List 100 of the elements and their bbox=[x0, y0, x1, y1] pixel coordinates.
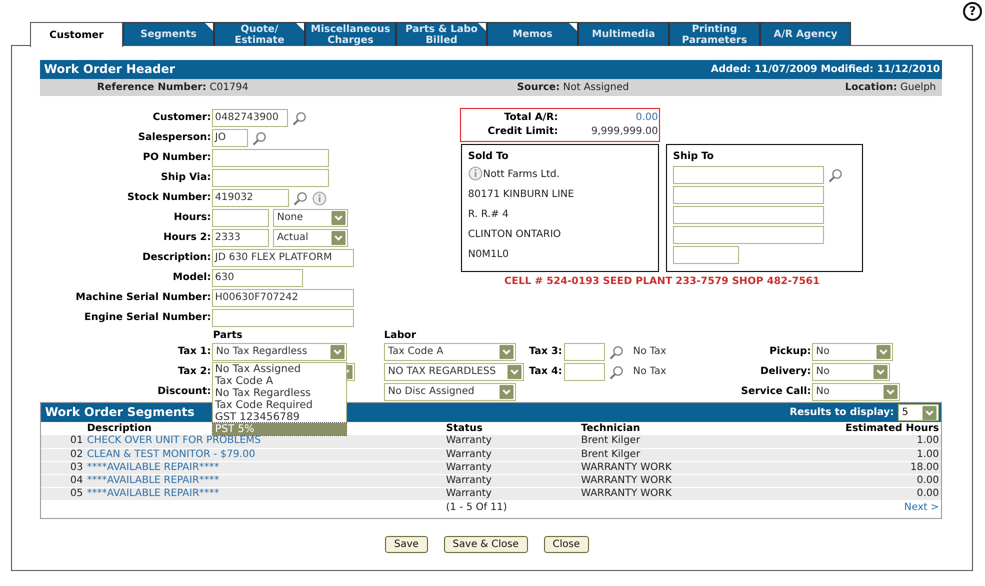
input-field[interactable] bbox=[673, 166, 824, 184]
action-button[interactable]: Close bbox=[544, 536, 589, 553]
table-cell: 0.00 bbox=[757, 474, 941, 487]
header-dates: Added: 11/07/2009 Modified: 11/12/2010 bbox=[710, 64, 940, 76]
input-field[interactable]: H00630F707242 bbox=[212, 289, 354, 307]
search-icon[interactable] bbox=[252, 130, 267, 146]
row-number: 02 bbox=[41, 448, 85, 461]
table-cell: WARRANTY WORK bbox=[579, 474, 758, 487]
input-field[interactable]: 419032 bbox=[212, 189, 289, 207]
input-field[interactable] bbox=[673, 206, 824, 224]
field-label: Tax 3: bbox=[529, 346, 564, 358]
tab[interactable]: A/R Agency bbox=[760, 22, 851, 46]
field-label: Machine Serial Number: bbox=[74, 292, 212, 304]
results-label: Results to display: bbox=[790, 406, 894, 418]
field-label: Salesperson: bbox=[137, 132, 212, 144]
input-field[interactable] bbox=[673, 226, 824, 244]
action-button[interactable]: Save & Close bbox=[444, 536, 528, 553]
dropdown-option[interactable]: No Tax Regardless bbox=[213, 387, 346, 399]
dropdown-option[interactable]: GST 123456789 bbox=[213, 411, 346, 423]
field-label: Model: bbox=[172, 272, 212, 284]
input-field[interactable]: 0482743900 bbox=[212, 109, 288, 127]
row-number: 01 bbox=[41, 435, 85, 448]
table-cell: 18.00 bbox=[757, 461, 941, 474]
address-line: CLINTON ONTARIO bbox=[468, 229, 561, 241]
input-field[interactable] bbox=[673, 186, 824, 204]
column-header: Status bbox=[446, 422, 483, 434]
field-label: Tax 2: bbox=[176, 366, 212, 378]
info-text: Source: Not Assigned bbox=[517, 82, 629, 92]
search-icon[interactable] bbox=[828, 168, 843, 182]
dropdown-option[interactable]: No Tax Assigned bbox=[213, 363, 346, 375]
address-line: N0M1L0 bbox=[468, 249, 509, 261]
field-label: Stock Number: bbox=[126, 192, 212, 204]
input-field[interactable] bbox=[212, 209, 269, 227]
table-cell: WARRANTY WORK bbox=[579, 487, 758, 500]
tab[interactable]: Multimedia bbox=[578, 22, 669, 46]
input-field[interactable]: 2333 bbox=[212, 229, 269, 247]
row-number: 03 bbox=[41, 461, 85, 474]
table-cell: Warranty bbox=[444, 461, 579, 474]
info-icon[interactable] bbox=[468, 166, 483, 180]
dropdown-field[interactable]: None bbox=[273, 209, 348, 227]
field-label: Customer: bbox=[152, 112, 212, 124]
header-title: Work Order Header bbox=[44, 62, 175, 77]
dropdown-field[interactable]: No bbox=[812, 383, 900, 401]
table-cell: Warranty bbox=[444, 435, 579, 448]
info-text: Location: Guelph bbox=[845, 82, 936, 92]
dropdown-option[interactable]: Tax Code Required bbox=[213, 399, 346, 411]
input-field[interactable] bbox=[212, 149, 329, 167]
table-cell: 0.00 bbox=[757, 487, 941, 500]
results-dropdown[interactable]: 5 bbox=[898, 404, 939, 421]
labor-heading: Labor bbox=[384, 330, 416, 342]
next-link[interactable]: Next > bbox=[904, 502, 939, 514]
field-label: Hours: bbox=[172, 212, 212, 224]
dropdown-field[interactable]: Tax Code A bbox=[384, 343, 516, 361]
address-line: Nott Farms Ltd. bbox=[483, 169, 560, 181]
input-field[interactable] bbox=[564, 343, 605, 361]
tax-note: No Tax bbox=[633, 366, 666, 378]
field-label: Tax 1: bbox=[176, 346, 212, 358]
search-icon[interactable] bbox=[609, 344, 624, 360]
field-label: Service Call: bbox=[740, 386, 812, 398]
tab[interactable]: Parts & Labo Billed bbox=[396, 22, 487, 46]
tab[interactable]: Customer bbox=[30, 22, 123, 47]
dropdown-option[interactable]: Tax Code A bbox=[213, 375, 346, 387]
field-label: PO Number: bbox=[142, 152, 212, 164]
field-label: Pickup: bbox=[768, 346, 812, 358]
row-number: 05 bbox=[41, 487, 85, 500]
parts-heading: Parts bbox=[213, 330, 244, 342]
tab[interactable]: Segments bbox=[123, 22, 214, 46]
dropdown-field[interactable]: Actual bbox=[273, 229, 348, 247]
input-field[interactable] bbox=[673, 246, 739, 264]
input-field[interactable] bbox=[212, 309, 354, 327]
tab[interactable]: Quote/ Estimate bbox=[214, 22, 305, 46]
table-cell: 1.00 bbox=[757, 435, 941, 448]
dropdown-field[interactable]: NO TAX REGARDLESS bbox=[384, 363, 524, 381]
search-icon[interactable] bbox=[609, 364, 624, 380]
input-field[interactable] bbox=[212, 169, 329, 187]
search-icon[interactable] bbox=[292, 110, 307, 126]
help-button[interactable]: ? bbox=[963, 2, 982, 21]
input-field[interactable]: 630 bbox=[212, 269, 303, 287]
dropdown-field[interactable]: No bbox=[812, 343, 893, 361]
search-icon[interactable] bbox=[293, 190, 308, 206]
input-field[interactable]: JD 630 FLEX PLATFORM bbox=[212, 249, 354, 267]
info-icon[interactable] bbox=[312, 190, 327, 206]
action-button[interactable]: Save bbox=[385, 536, 428, 553]
field-label: Tax 4: bbox=[529, 366, 564, 378]
address-line: 80171 KINBURN LINE bbox=[468, 189, 574, 201]
dropdown-field[interactable]: No bbox=[812, 363, 890, 381]
tab[interactable]: Printing Parameters bbox=[669, 22, 760, 46]
dropdown-field[interactable]: No Tax Regardless bbox=[212, 343, 347, 361]
tab[interactable]: Memos bbox=[487, 22, 578, 46]
table-cell: Brent Kilger bbox=[579, 448, 758, 461]
input-field[interactable] bbox=[564, 363, 605, 381]
dropdown-field[interactable]: No Disc Assigned bbox=[384, 383, 516, 401]
field-label: Ship Via: bbox=[160, 172, 212, 184]
column-header: Estimated Hours bbox=[845, 422, 939, 434]
input-field[interactable]: JO bbox=[212, 129, 248, 147]
sold-to-title: Sold To bbox=[468, 151, 509, 163]
table-cell: Warranty bbox=[444, 448, 579, 461]
tax-note: No Tax bbox=[633, 346, 666, 358]
tab[interactable]: Miscellaneous Charges bbox=[305, 22, 396, 46]
field-label: Description: bbox=[141, 252, 212, 264]
